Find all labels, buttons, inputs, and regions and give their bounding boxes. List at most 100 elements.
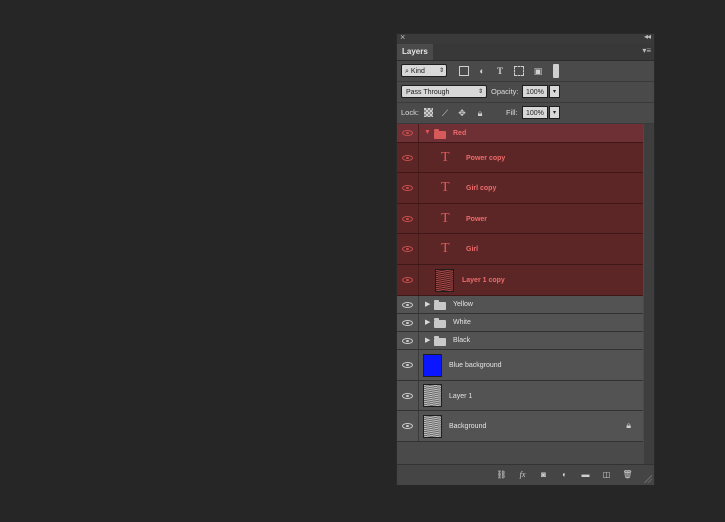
layer-row-yellow-group[interactable]: ▶ Yellow [397, 296, 643, 314]
eye-icon[interactable] [402, 423, 413, 429]
layer-thumbnail [423, 415, 442, 438]
lock-all-icon[interactable]: 🔒︎ [475, 108, 485, 118]
layer-list-scrollbar[interactable] [644, 124, 654, 464]
search-icon: ⌕ [405, 68, 409, 75]
visibility-cell [397, 234, 419, 264]
adjustment-layer-icon[interactable]: ◐ [559, 469, 570, 480]
updown-arrow-icon: ⇕ [438, 68, 444, 74]
visibility-cell [397, 350, 419, 380]
layer-name: White [453, 319, 471, 326]
new-group-icon[interactable]: ▬ [580, 469, 591, 480]
layer-name: Yellow [453, 301, 473, 308]
layer-name: Girl copy [466, 185, 497, 192]
folder-icon [434, 300, 446, 310]
image-filter-icon[interactable] [459, 66, 469, 76]
opacity-label: Opacity: [491, 87, 519, 96]
shape-filter-icon[interactable] [514, 66, 524, 76]
type-layer-icon: T [441, 150, 450, 165]
type-layer-icon: T [441, 211, 450, 226]
layer-row-girl-copy[interactable]: T Girl copy [397, 173, 643, 204]
layer-name: Red [453, 130, 467, 137]
fx-icon[interactable]: fx [517, 469, 528, 480]
lock-icon: 🔒︎ [626, 420, 631, 430]
layer-row-layer-1[interactable]: Layer 1 [397, 381, 643, 411]
eye-icon[interactable] [402, 216, 413, 222]
collapse-triangle-icon[interactable]: ▶ [425, 336, 430, 344]
filter-row: ⌕ Kind ⇕ ◐ T ▣ [397, 61, 654, 82]
eye-icon[interactable] [402, 277, 413, 283]
updown-arrow-icon: ⇕ [477, 89, 483, 95]
layer-list: ▼ Red T Power copy T Girl copy T Power T… [397, 124, 643, 464]
layer-row-power[interactable]: T Power [397, 204, 643, 234]
visibility-cell [397, 265, 419, 295]
kind-filter-select[interactable]: ⌕ Kind ⇕ [401, 64, 447, 77]
layer-row-layer-1-copy[interactable]: Layer 1 copy [397, 265, 643, 296]
smart-object-filter-icon[interactable]: ▣ [533, 66, 543, 76]
panel-titlebar: × ◂◂ [397, 32, 654, 44]
lock-position-icon[interactable]: ✥ [457, 108, 467, 118]
new-layer-icon[interactable]: ◫ [601, 469, 612, 480]
folder-icon [434, 336, 446, 346]
eye-icon[interactable] [402, 185, 413, 191]
eye-icon[interactable] [402, 338, 413, 344]
layers-panel: × ◂◂ Layers ▾≡ ⌕ Kind ⇕ ◐ T ▣ Pass Throug… [396, 32, 655, 485]
kind-filter-label: Kind [410, 68, 425, 75]
layer-row-red-group[interactable]: ▼ Red [397, 124, 643, 143]
layer-row-black-group[interactable]: ▶ Black [397, 332, 643, 350]
layer-thumbnail [435, 269, 454, 292]
eye-icon[interactable] [402, 155, 413, 161]
tab-layers[interactable]: Layers [397, 44, 433, 60]
layer-row-background[interactable]: Background 🔒︎ [397, 411, 643, 442]
link-layers-icon[interactable]: ⛓ [496, 469, 507, 480]
eye-icon[interactable] [402, 320, 413, 326]
visibility-cell [397, 204, 419, 233]
visibility-cell [397, 411, 419, 441]
panel-footer: ⛓ fx ◙ ◐ ▬ ◫ 🗑︎ [397, 464, 654, 485]
layer-name: Girl [466, 246, 479, 253]
close-icon[interactable]: × [400, 32, 405, 42]
lock-row: Lock: ⟋ ✥ 🔒︎ Fill: 100% ▾ [397, 103, 654, 124]
layer-name: Layer 1 copy [462, 277, 505, 284]
type-filter-icon[interactable]: T [495, 66, 505, 76]
eye-icon[interactable] [402, 393, 413, 399]
blend-mode-select[interactable]: Pass Through ⇕ [401, 85, 487, 98]
eye-icon[interactable] [402, 246, 413, 252]
fill-field[interactable]: 100% [522, 106, 548, 119]
layer-thumbnail [423, 354, 442, 377]
collapse-triangle-icon[interactable]: ▶ [425, 300, 430, 308]
opacity-dropdown-icon[interactable]: ▾ [549, 85, 560, 98]
panel-menu-icon[interactable]: ▾≡ [642, 46, 651, 55]
collapse-triangle-icon[interactable]: ▶ [425, 318, 430, 326]
layer-row-girl[interactable]: T Girl [397, 234, 643, 265]
opacity-field[interactable]: 100% [522, 85, 548, 98]
layer-row-blue-background[interactable]: Blue background [397, 350, 643, 381]
layer-name: Black [453, 337, 471, 344]
expand-triangle-icon[interactable]: ▼ [424, 129, 431, 136]
layer-name: Blue background [449, 362, 502, 369]
layer-thumbnail [423, 384, 442, 407]
add-mask-icon[interactable]: ◙ [538, 469, 549, 480]
type-layer-icon: T [441, 180, 450, 195]
adjustment-filter-icon[interactable]: ◐ [477, 66, 487, 76]
layer-row-white-group[interactable]: ▶ White [397, 314, 643, 332]
folder-icon [434, 129, 446, 139]
filter-toggle-icon[interactable] [553, 64, 559, 78]
lock-transparent-pixels-icon[interactable] [424, 108, 433, 117]
layer-name: Power copy [466, 155, 506, 162]
eye-icon[interactable] [402, 130, 413, 136]
visibility-cell [397, 124, 419, 142]
delete-layer-icon[interactable]: 🗑︎ [622, 469, 633, 480]
fill-dropdown-icon[interactable]: ▾ [549, 106, 560, 119]
collapse-icon[interactable]: ◂◂ [644, 32, 651, 41]
visibility-cell [397, 173, 419, 203]
lock-image-pixels-icon[interactable]: ⟋ [440, 108, 450, 118]
layer-name: Layer 1 [449, 393, 473, 400]
resize-grip-icon[interactable] [644, 475, 652, 483]
visibility-cell [397, 332, 419, 349]
type-layer-icon: T [441, 241, 450, 256]
eye-icon[interactable] [402, 302, 413, 308]
layer-name: Power [466, 216, 488, 223]
layer-row-power-copy[interactable]: T Power copy [397, 143, 643, 173]
visibility-cell [397, 381, 419, 410]
eye-icon[interactable] [402, 362, 413, 368]
